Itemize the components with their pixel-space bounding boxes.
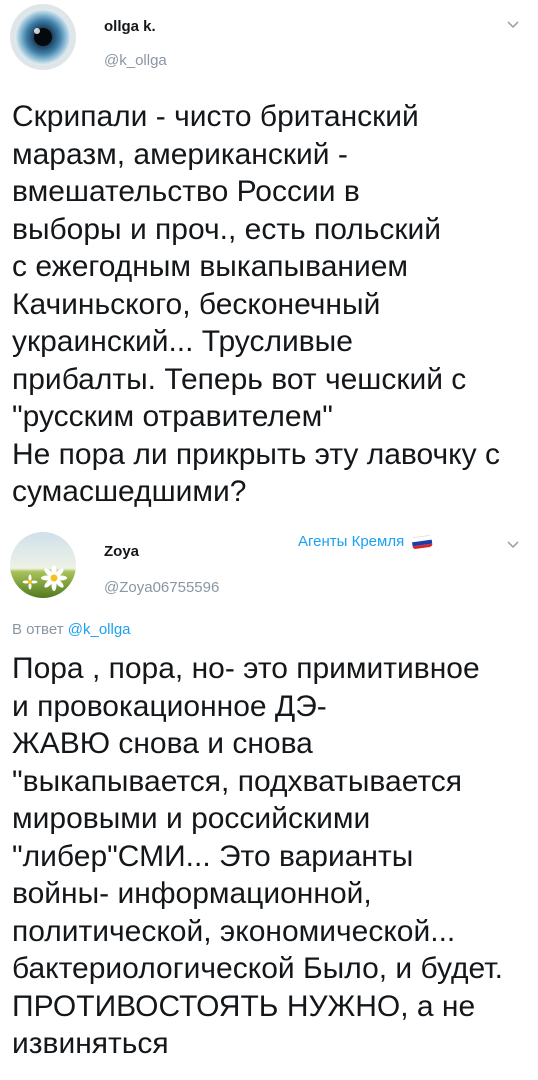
tweet-line: и провокационное ДЭ- [12, 689, 327, 723]
tweet-text: Пора , пора, но- это примитивное и прово… [12, 650, 532, 1063]
avatar-eye[interactable] [10, 4, 76, 70]
tweet-line: "либер"СМИ... Это варианты [12, 839, 414, 873]
tweet-reply[interactable]: Zoya @Zoya06755596 Агенты Кремля В ответ… [0, 530, 538, 1080]
tweet-line: мировыми и российскими [12, 802, 371, 835]
tweet-line: извиняться [12, 1027, 169, 1060]
tweet-line: Качиньского, бесконечный [12, 287, 381, 321]
user-label-text: Агенты Кремля [298, 533, 405, 550]
chevron-down-icon[interactable] [506, 18, 520, 32]
reply-context: В ответ @k_ollga [12, 621, 131, 638]
tweet-line: сумасшедшими? [12, 475, 247, 508]
tweet-line: политической, экономической... [12, 914, 456, 948]
tweet-line: выборы и проч., есть польский [12, 212, 442, 246]
tweet-line: ЖАВЮ снова и снова [12, 727, 313, 760]
russian-flag-icon [411, 534, 433, 549]
eye-avatar-icon [10, 4, 76, 70]
user-handle[interactable]: @k_ollga [104, 52, 167, 69]
daisy-field-avatar-icon [10, 532, 76, 598]
avatar-zoya[interactable] [10, 532, 76, 598]
tweet-line: Пора , пора, но- это примитивное [12, 652, 480, 685]
display-name[interactable]: Zoya [104, 543, 139, 560]
tweet-line: "выкапывается, подхватывается [12, 764, 463, 798]
user-handle[interactable]: @Zoya06755596 [104, 579, 219, 596]
tweet-line: украинский... Трусливые [12, 325, 353, 358]
tweet-line: с ежегодным выкапыванием [12, 250, 409, 283]
display-name[interactable]: ollga k. [104, 18, 156, 35]
tweet-line: вмешательство России в [12, 175, 360, 208]
tweet-line: войны- информационной, [12, 877, 372, 910]
reply-prefix: В ответ [12, 621, 64, 638]
tweet-line: "русским отравителем" [12, 400, 333, 433]
tweet-line: ПРОТИВОСТОЯТЬ НУЖНО, а не [12, 989, 476, 1023]
tweet-line: Не пора ли прикрыть эту лавочку с [12, 437, 500, 471]
tweet-original[interactable]: ollga k. @k_ollga Скрипали - чисто брита… [0, 0, 538, 530]
tweet-line: маразм, американский - [12, 137, 348, 171]
chevron-down-icon[interactable] [506, 538, 520, 552]
tweet-line: Скрипали - чисто британский [12, 100, 419, 133]
tweet-line: бактериологической Было, и будет. [12, 952, 503, 985]
reply-handle-link[interactable]: @k_ollga [68, 621, 131, 638]
tweet-line: прибалты. Теперь вот чешский с [12, 362, 467, 396]
tweet-text: Скрипали - чисто британский маразм, амер… [12, 98, 532, 511]
user-label: Агенты Кремля [298, 533, 433, 550]
